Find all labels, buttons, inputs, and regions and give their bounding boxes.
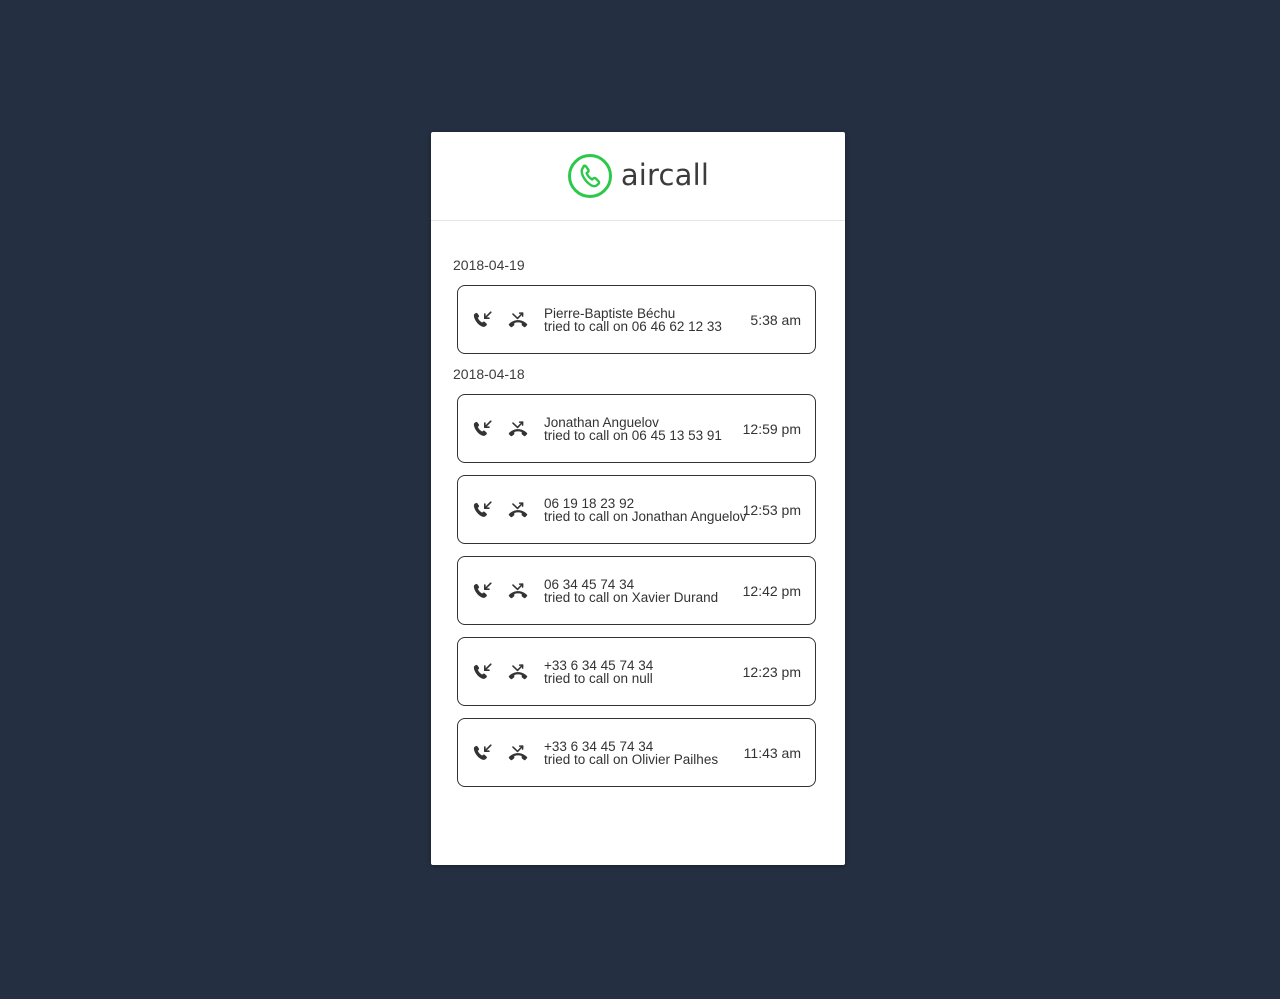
call-contact: Jonathan Anguelov <box>544 414 659 430</box>
missed-call-icon <box>507 418 529 440</box>
inbound-call-icon <box>472 418 494 440</box>
brand-name: aircall <box>620 157 710 192</box>
call-feed: 2018-04-19 Pierre-Baptiste Béchu tried t… <box>431 221 845 787</box>
call-info: 06 34 45 74 34 tried to call on Xavier D… <box>544 576 737 605</box>
call-detail: tried to call on null <box>544 670 653 686</box>
app-header: aircall <box>431 132 845 221</box>
call-card[interactable]: +33 6 34 45 74 34 tried to call on null … <box>457 637 816 706</box>
call-info: +33 6 34 45 74 34 tried to call on null <box>544 657 737 686</box>
call-contact: Pierre-Baptiste Béchu <box>544 305 676 321</box>
missed-call-icon <box>507 742 529 764</box>
call-time: 12:42 pm <box>742 582 801 599</box>
call-contact: +33 6 34 45 74 34 <box>544 657 654 673</box>
missed-call-icon <box>507 309 529 331</box>
call-detail: tried to call on Xavier Durand <box>544 589 719 605</box>
inbound-call-icon <box>472 661 494 683</box>
call-info: Jonathan Anguelov tried to call on 06 45… <box>544 414 737 443</box>
call-detail: tried to call on 06 46 62 12 33 <box>544 318 722 334</box>
call-info: +33 6 34 45 74 34 tried to call on Olivi… <box>544 738 738 767</box>
missed-call-icon <box>507 499 529 521</box>
date-label: 2018-04-19 <box>453 257 525 273</box>
missed-call-icon <box>507 661 529 683</box>
call-card[interactable]: 06 19 18 23 92 tried to call on Jonathan… <box>457 475 816 544</box>
call-card[interactable]: 06 34 45 74 34 tried to call on Xavier D… <box>457 556 816 625</box>
call-info: 06 19 18 23 92 tried to call on Jonathan… <box>544 495 747 524</box>
call-time: 12:59 pm <box>742 420 801 437</box>
missed-call-icon <box>507 580 529 602</box>
call-time: 12:23 pm <box>742 663 801 680</box>
call-contact: 06 34 45 74 34 <box>544 576 635 592</box>
call-contact: +33 6 34 45 74 34 <box>544 738 654 754</box>
date-group: 2018-04-19 Pierre-Baptiste Béchu tried t… <box>453 257 819 354</box>
aircall-logo: aircall <box>567 153 709 199</box>
call-info: Pierre-Baptiste Béchu tried to call on 0… <box>544 305 744 334</box>
call-detail: tried to call on Jonathan Anguelov <box>544 508 747 524</box>
date-group: 2018-04-18 Jonathan Anguelov tried to ca… <box>453 366 819 787</box>
call-card[interactable]: Jonathan Anguelov tried to call on 06 45… <box>457 394 816 463</box>
inbound-call-icon <box>472 309 494 331</box>
call-card[interactable]: +33 6 34 45 74 34 tried to call on Olivi… <box>457 718 816 787</box>
call-time: 5:38 am <box>750 311 801 328</box>
call-contact: 06 19 18 23 92 <box>544 495 635 511</box>
activity-panel: aircall 2018-04-19 Pierre-Baptiste Béchu… <box>431 132 845 865</box>
call-time: 11:43 am <box>743 744 801 761</box>
inbound-call-icon <box>472 580 494 602</box>
call-time: 12:53 pm <box>742 501 801 518</box>
call-detail: tried to call on Olivier Pailhes <box>544 751 719 767</box>
aircall-phone-icon <box>567 154 612 198</box>
date-label: 2018-04-18 <box>453 366 525 382</box>
inbound-call-icon <box>472 742 494 764</box>
call-card[interactable]: Pierre-Baptiste Béchu tried to call on 0… <box>457 285 816 354</box>
inbound-call-icon <box>472 499 494 521</box>
call-detail: tried to call on 06 45 13 53 91 <box>544 427 722 443</box>
